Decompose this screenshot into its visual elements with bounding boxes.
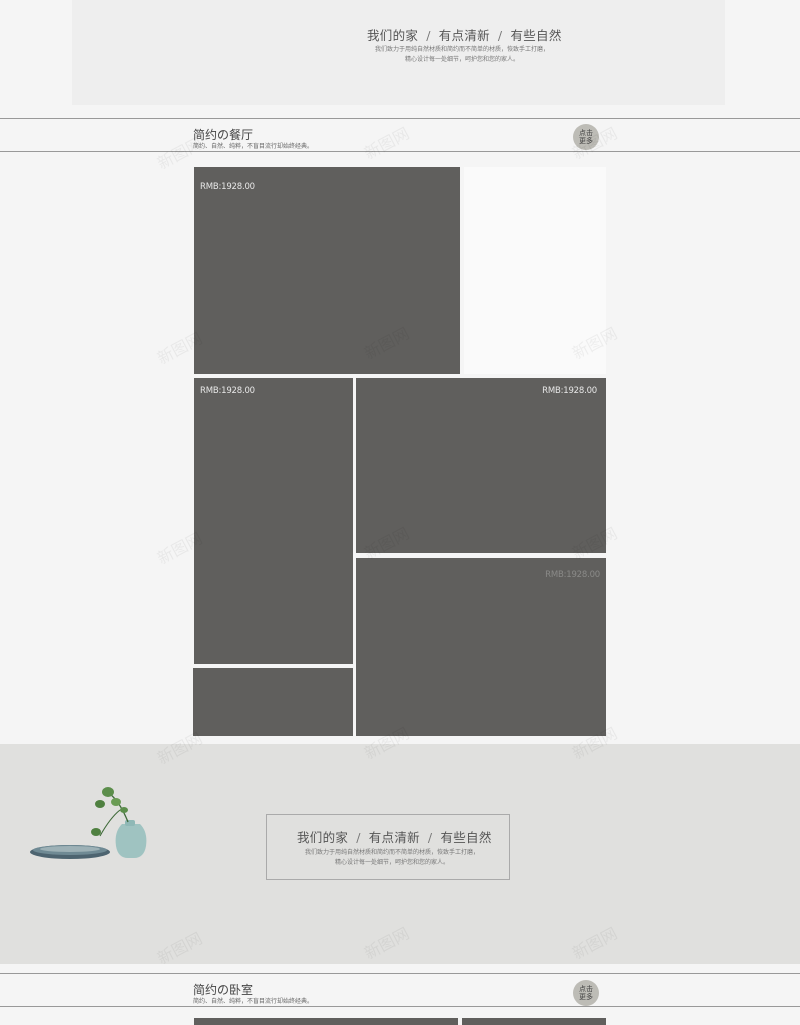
product-price-1: RMB:1928.00 xyxy=(200,182,255,192)
band-description: 我们致力于用纯自然材质和简约而不简单的材质，恢致手工打磨， 精心设计每一处细节，… xyxy=(292,848,492,868)
band-slogan-box xyxy=(266,814,510,880)
slogan-part-1: 我们的家 xyxy=(297,830,349,845)
bedroom-section-bar xyxy=(0,973,800,1007)
dining-section-subtitle: 简约、自然、纯粹，不盲目流行却始终经典。 xyxy=(193,143,314,150)
bedroom-tile-1[interactable] xyxy=(194,1018,458,1025)
banner-description: 我们致力于用纯自然材质和简约而不简单的材质，恢致手工打磨， 精心设计每一处细节，… xyxy=(362,45,562,65)
band-slogan: 我们的家 / 有点清新 / 有些自然 xyxy=(297,827,492,846)
bedroom-more-button[interactable]: 点击 更多 xyxy=(573,980,599,1006)
banner-desc-line1: 我们致力于用纯自然材质和简约而不简单的材质，恢致手工打磨， xyxy=(374,46,549,53)
more-button-line2: 更多 xyxy=(579,993,593,1001)
bedroom-section-subtitle: 简约、自然、纯粹，不盲目流行却始终经典。 xyxy=(193,998,314,1005)
band-desc-line1: 我们致力于用纯自然材质和简约而不简单的材质，恢致手工打磨， xyxy=(304,849,479,856)
product-price-3: RMB:1928.00 xyxy=(542,386,597,396)
product-price-2: RMB:1928.00 xyxy=(200,386,255,396)
band-desc-line2: 精心设计每一处细节，呵护您和您的家人。 xyxy=(334,859,449,866)
banner-slogan: 我们的家 / 有点清新 / 有些自然 xyxy=(367,25,562,44)
slogan-part-3: 有些自然 xyxy=(440,830,492,845)
banner-desc-line2: 精心设计每一处细节，呵护您和您的家人。 xyxy=(404,56,519,63)
bedroom-tile-2[interactable] xyxy=(462,1018,606,1025)
product-tile-5[interactable] xyxy=(193,668,353,736)
slogan-part-3: 有些自然 xyxy=(510,28,562,43)
slogan-separator: / xyxy=(497,28,503,43)
slogan-separator: / xyxy=(427,830,433,845)
more-button-line1: 点击 xyxy=(579,985,593,993)
slogan-part-1: 我们的家 xyxy=(367,28,419,43)
slogan-separator: / xyxy=(356,830,361,845)
product-price-4: RMB:1928.00 xyxy=(545,570,600,580)
slogan-part-2: 有点清新 xyxy=(438,28,490,43)
plant-vase-illustration xyxy=(30,787,147,859)
product-tile-4[interactable]: RMB:1928.00 xyxy=(356,558,606,736)
product-tile-2[interactable]: RMB:1928.00 xyxy=(194,378,353,664)
product-tile-1[interactable]: RMB:1928.00 xyxy=(194,167,460,374)
slogan-part-2: 有点清新 xyxy=(368,830,420,845)
slogan-separator: / xyxy=(426,28,431,43)
